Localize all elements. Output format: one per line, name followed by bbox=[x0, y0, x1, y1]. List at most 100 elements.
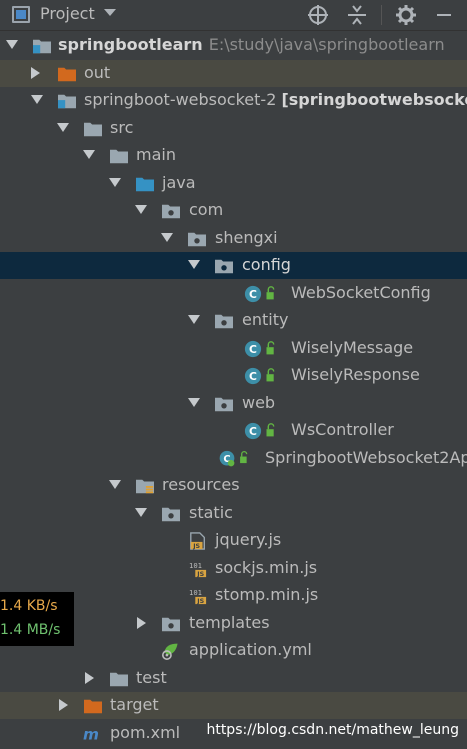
class-icon: C bbox=[244, 367, 275, 385]
com-label: com bbox=[189, 200, 224, 219]
tree-node-sockjs[interactable]: 101 JS sockjs.min.js bbox=[0, 555, 467, 582]
tree-node-entity[interactable]: entity bbox=[0, 307, 467, 334]
package-icon bbox=[215, 314, 233, 329]
minimize-icon[interactable] bbox=[432, 3, 456, 27]
expand-arrow-icon[interactable] bbox=[57, 123, 69, 132]
module-folder-icon bbox=[58, 94, 76, 109]
tree-node-application-class[interactable]: C SpringbootWebsocket2Ap bbox=[0, 445, 467, 472]
module-folder-icon bbox=[33, 39, 51, 54]
expand-arrow-icon[interactable] bbox=[188, 398, 200, 407]
wiselymessage-label: WiselyMessage bbox=[291, 338, 414, 357]
resources-label: resources bbox=[162, 475, 240, 494]
tree-node-root[interactable]: springbootlearn E:\study\java\springbootl… bbox=[0, 32, 467, 59]
dropdown-caret-icon[interactable] bbox=[104, 9, 116, 16]
minified-js-file-icon: 101 JS bbox=[189, 588, 207, 605]
application-yml-label: application.yml bbox=[189, 640, 312, 659]
upload-speed: 1.4 KB/s bbox=[0, 598, 58, 614]
shengxi-label: shengxi bbox=[215, 228, 278, 247]
out-label: out bbox=[84, 63, 111, 82]
target-label: target bbox=[110, 695, 159, 714]
spring-config-file-icon bbox=[162, 643, 178, 660]
toolbar-title[interactable]: Project bbox=[40, 4, 95, 23]
svg-text:C: C bbox=[249, 425, 257, 438]
expand-arrow-icon[interactable] bbox=[135, 508, 147, 517]
expand-arrow-icon[interactable] bbox=[135, 205, 147, 214]
svg-text:101: 101 bbox=[189, 588, 202, 597]
expand-arrow-icon[interactable] bbox=[31, 95, 43, 104]
wiselyresponse-label: WiselyResponse bbox=[291, 365, 420, 384]
expand-arrow-icon[interactable] bbox=[161, 233, 173, 242]
module-label: springboot-websocket-2 [springbootwebsoc… bbox=[84, 90, 467, 109]
expand-arrow-icon[interactable] bbox=[59, 699, 68, 711]
package-icon bbox=[215, 397, 233, 412]
expand-arrow-icon[interactable] bbox=[137, 617, 146, 629]
excluded-folder-icon bbox=[58, 67, 76, 82]
static-label: static bbox=[189, 503, 233, 522]
src-label: src bbox=[110, 118, 134, 137]
folder-icon bbox=[84, 122, 102, 137]
resources-folder-icon bbox=[136, 479, 154, 494]
tree-node-web[interactable]: web bbox=[0, 390, 467, 417]
maven-file-icon: m bbox=[83, 725, 99, 743]
stomp-label: stomp.min.js bbox=[215, 585, 319, 604]
tree-node-main[interactable]: main bbox=[0, 142, 467, 169]
javascript-file-icon: JS bbox=[190, 532, 205, 550]
expand-arrow-icon[interactable] bbox=[188, 260, 200, 269]
websocketconfig-label: WebSocketConfig bbox=[291, 283, 431, 302]
root-label: springbootlearn E:\study\java\springbootl… bbox=[58, 35, 445, 54]
expand-arrow-icon[interactable] bbox=[85, 672, 94, 684]
spring-boot-class-icon: C bbox=[219, 450, 248, 467]
wscontroller-label: WsController bbox=[291, 420, 394, 439]
svg-text:101: 101 bbox=[189, 561, 202, 570]
folder-icon bbox=[110, 672, 128, 687]
package-icon bbox=[162, 617, 180, 632]
download-speed: 1.4 MB/s bbox=[0, 622, 61, 638]
tree-node-out[interactable]: out bbox=[0, 60, 467, 87]
project-icon bbox=[12, 6, 30, 23]
tree-node-java[interactable]: java bbox=[0, 170, 467, 197]
expand-arrow-icon[interactable] bbox=[109, 178, 121, 187]
main-label: main bbox=[136, 145, 176, 164]
svg-text:JS: JS bbox=[196, 571, 204, 578]
config-label: config bbox=[242, 255, 291, 274]
svg-text:C: C bbox=[249, 343, 257, 356]
source-folder-icon bbox=[136, 177, 154, 192]
tree-node-websocketconfig[interactable]: C WebSocketConfig bbox=[0, 280, 467, 307]
tree-node-src[interactable]: src bbox=[0, 115, 467, 142]
svg-text:C: C bbox=[249, 288, 257, 301]
tree-node-wiselyresponse[interactable]: C WiselyResponse bbox=[0, 362, 467, 389]
expand-arrow-icon[interactable] bbox=[188, 315, 200, 324]
collapse-icon[interactable] bbox=[345, 3, 369, 27]
tree-node-com[interactable]: com bbox=[0, 197, 467, 224]
folder-icon bbox=[110, 149, 128, 164]
tree-node-resources[interactable]: resources bbox=[0, 472, 467, 499]
package-icon bbox=[188, 232, 206, 247]
minified-js-file-icon: 101 JS bbox=[189, 561, 207, 578]
gear-icon[interactable] bbox=[394, 3, 418, 27]
tree-node-test[interactable]: test bbox=[0, 665, 467, 692]
pom-label: pom.xml bbox=[110, 723, 181, 742]
application-class-label: SpringbootWebsocket2Ap bbox=[265, 448, 467, 467]
tree-node-module[interactable]: springboot-websocket-2 [springbootwebsoc… bbox=[0, 87, 467, 114]
sockjs-label: sockjs.min.js bbox=[215, 558, 318, 577]
svg-text:C: C bbox=[249, 370, 257, 383]
entity-label: entity bbox=[242, 310, 289, 329]
expand-arrow-icon[interactable] bbox=[109, 480, 121, 489]
tree-node-target[interactable]: target bbox=[0, 692, 467, 719]
jquery-label: jquery.js bbox=[215, 530, 282, 549]
tree-node-wscontroller[interactable]: C WsController bbox=[0, 417, 467, 444]
package-icon bbox=[215, 259, 233, 274]
expand-arrow-icon[interactable] bbox=[83, 150, 95, 159]
project-toolbar: Project bbox=[0, 0, 467, 31]
tree-node-config[interactable]: config bbox=[0, 252, 467, 279]
svg-text:JS: JS bbox=[192, 543, 200, 550]
crosshair-icon[interactable] bbox=[306, 3, 330, 27]
tree-node-jquery[interactable]: JS jquery.js bbox=[0, 527, 467, 554]
tree-node-static[interactable]: static bbox=[0, 500, 467, 527]
expand-arrow-icon[interactable] bbox=[31, 67, 40, 79]
tree-node-shengxi[interactable]: shengxi bbox=[0, 225, 467, 252]
tree-node-wiselymessage[interactable]: C WiselyMessage bbox=[0, 335, 467, 362]
expand-arrow-icon[interactable] bbox=[6, 40, 18, 49]
templates-label: templates bbox=[189, 613, 270, 632]
network-speed-overlay: 1.4 KB/s 1.4 MB/s bbox=[0, 592, 74, 646]
